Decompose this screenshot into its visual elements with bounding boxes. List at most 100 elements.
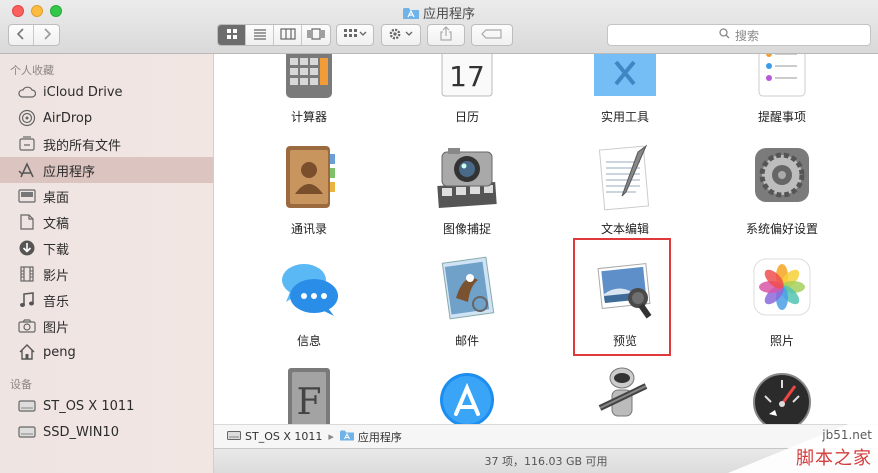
- back-icon: [16, 27, 25, 43]
- search-field[interactable]: 搜索: [607, 24, 871, 46]
- sidebar-item-movies[interactable]: 影片: [0, 261, 213, 287]
- app-label: 图像捕捉: [442, 222, 491, 236]
- search-icon: [719, 28, 735, 42]
- app-item-automator[interactable]: [560, 364, 690, 424]
- sidebar-item-label: 桌面: [43, 190, 70, 206]
- app-item-calculator[interactable]: 计算器: [244, 54, 374, 125]
- icon-view-button[interactable]: [218, 25, 246, 45]
- sidebar-item-label: 图片: [43, 320, 70, 336]
- path-separator: ▸: [328, 430, 334, 443]
- share-button[interactable]: [427, 24, 465, 46]
- sidebar-item-label: 我的所有文件: [43, 138, 122, 154]
- textedit-icon: [588, 140, 662, 214]
- app-label: 系统偏好设置: [745, 222, 818, 236]
- devices-header: 设备: [10, 378, 32, 391]
- sidebar-item-label: SSD_WIN10: [43, 424, 119, 440]
- tag-icon: [481, 28, 503, 42]
- font-book-icon: F: [272, 364, 346, 424]
- applications-icon: [17, 161, 37, 179]
- path-item-disk[interactable]: ST_OS X 1011: [227, 430, 322, 444]
- app-item-font-book[interactable]: F: [244, 364, 374, 424]
- cover-flow-button[interactable]: [302, 25, 330, 45]
- window-title-area: 应用程序: [0, 3, 878, 24]
- path-item-label: 应用程序: [357, 430, 402, 444]
- app-label: 通讯录: [290, 222, 327, 236]
- sidebar-item-home[interactable]: peng: [0, 339, 213, 365]
- pictures-icon: [17, 317, 37, 335]
- documents-icon: [17, 213, 37, 231]
- app-item-textedit[interactable]: 文本编辑: [560, 140, 690, 237]
- list-view-button[interactable]: [246, 25, 274, 45]
- app-label: 信息: [296, 334, 321, 348]
- path-item-applications[interactable]: 应用程序: [339, 429, 402, 445]
- status-text: 37 项，116.03 GB 可用: [484, 455, 608, 468]
- sidebar-item-desktop[interactable]: 桌面: [0, 183, 213, 209]
- preview-highlight-box: [573, 238, 671, 356]
- arrange-icon: [343, 28, 367, 43]
- app-label: 提醒事项: [757, 110, 806, 124]
- app-label: 邮件: [454, 334, 479, 348]
- app-item-messages[interactable]: 信息: [244, 252, 374, 349]
- sidebar-item-label: ST_OS X 1011: [43, 398, 135, 414]
- icon-view-icon: [226, 28, 238, 43]
- sidebar-item-downloads[interactable]: 下载: [0, 235, 213, 261]
- sidebar-item-label: peng: [43, 344, 76, 360]
- app-item-utilities[interactable]: 实用工具: [560, 54, 690, 125]
- app-item-app-store[interactable]: [402, 364, 532, 424]
- tag-button[interactable]: [471, 24, 513, 46]
- all-files-icon: [17, 135, 37, 153]
- desktop-icon: [17, 187, 37, 205]
- app-item-image-capture[interactable]: 图像捕捉: [402, 140, 532, 237]
- app-item-calendar[interactable]: 17 日历: [402, 54, 532, 125]
- sidebar-item-all-files[interactable]: 我的所有文件: [0, 131, 213, 157]
- window-toolbar: 应用程序 搜索: [0, 0, 878, 54]
- arrange-button[interactable]: [336, 24, 374, 46]
- watermark: jb51.net 脚本之家: [728, 412, 878, 473]
- sidebar-item-airdrop[interactable]: AirDrop: [0, 105, 213, 131]
- sidebar-item-label: iCloud Drive: [43, 84, 123, 100]
- sidebar-item-pictures[interactable]: 图片: [0, 313, 213, 339]
- calendar-day: 17: [449, 60, 485, 93]
- path-item-label: ST_OS X 1011: [245, 430, 323, 443]
- app-item-contacts[interactable]: 通讯录: [244, 140, 374, 237]
- share-icon: [440, 26, 452, 44]
- app-item-reminders[interactable]: 提醒事项: [717, 54, 847, 125]
- app-label: 实用工具: [600, 110, 649, 124]
- movies-icon: [17, 265, 37, 283]
- font-book-glyph: F: [297, 382, 322, 423]
- app-item-photos[interactable]: 照片: [717, 252, 847, 349]
- sidebar-item-documents[interactable]: 文稿: [0, 209, 213, 235]
- sidebar-item-label: 影片: [43, 268, 70, 284]
- calendar-icon: 17: [430, 54, 504, 102]
- app-item-system-preferences[interactable]: 系统偏好设置: [717, 140, 847, 237]
- system-preferences-icon: [745, 140, 819, 214]
- sidebar-item-applications[interactable]: 应用程序: [0, 157, 213, 183]
- nav-button-group: [8, 24, 60, 46]
- sidebar: 个人收藏 iCloud Drive AirDrop 我的所有文件 应用程序 桌面…: [0, 54, 214, 473]
- disk-icon: [227, 430, 245, 444]
- calculator-icon: [272, 54, 346, 102]
- app-label: 照片: [769, 334, 794, 348]
- sidebar-item-label: AirDrop: [43, 110, 93, 126]
- column-view-button[interactable]: [274, 25, 302, 45]
- sidebar-item-label: 音乐: [43, 294, 70, 310]
- back-button[interactable]: [9, 25, 34, 45]
- action-button[interactable]: [381, 24, 421, 46]
- watermark-name: 脚本之家: [796, 448, 872, 469]
- sidebar-item-disk-st-os[interactable]: ST_OS X 1011: [0, 393, 213, 419]
- forward-button[interactable]: [34, 25, 59, 45]
- sidebar-item-disk-ssd-win10[interactable]: SSD_WIN10: [0, 419, 213, 445]
- app-item-mail[interactable]: 邮件: [402, 252, 532, 349]
- app-store-icon: [430, 364, 504, 424]
- contacts-icon: [272, 140, 346, 214]
- sidebar-item-icloud-drive[interactable]: iCloud Drive: [0, 79, 213, 105]
- airdrop-icon: [17, 109, 37, 127]
- app-label: 计算器: [290, 110, 327, 124]
- disk-icon: [17, 397, 37, 415]
- reminders-icon: [745, 54, 819, 102]
- sidebar-item-music[interactable]: 音乐: [0, 287, 213, 313]
- mail-icon: [430, 252, 504, 326]
- automator-icon: [588, 364, 662, 424]
- column-view-icon: [279, 27, 296, 43]
- photos-icon: [745, 252, 819, 326]
